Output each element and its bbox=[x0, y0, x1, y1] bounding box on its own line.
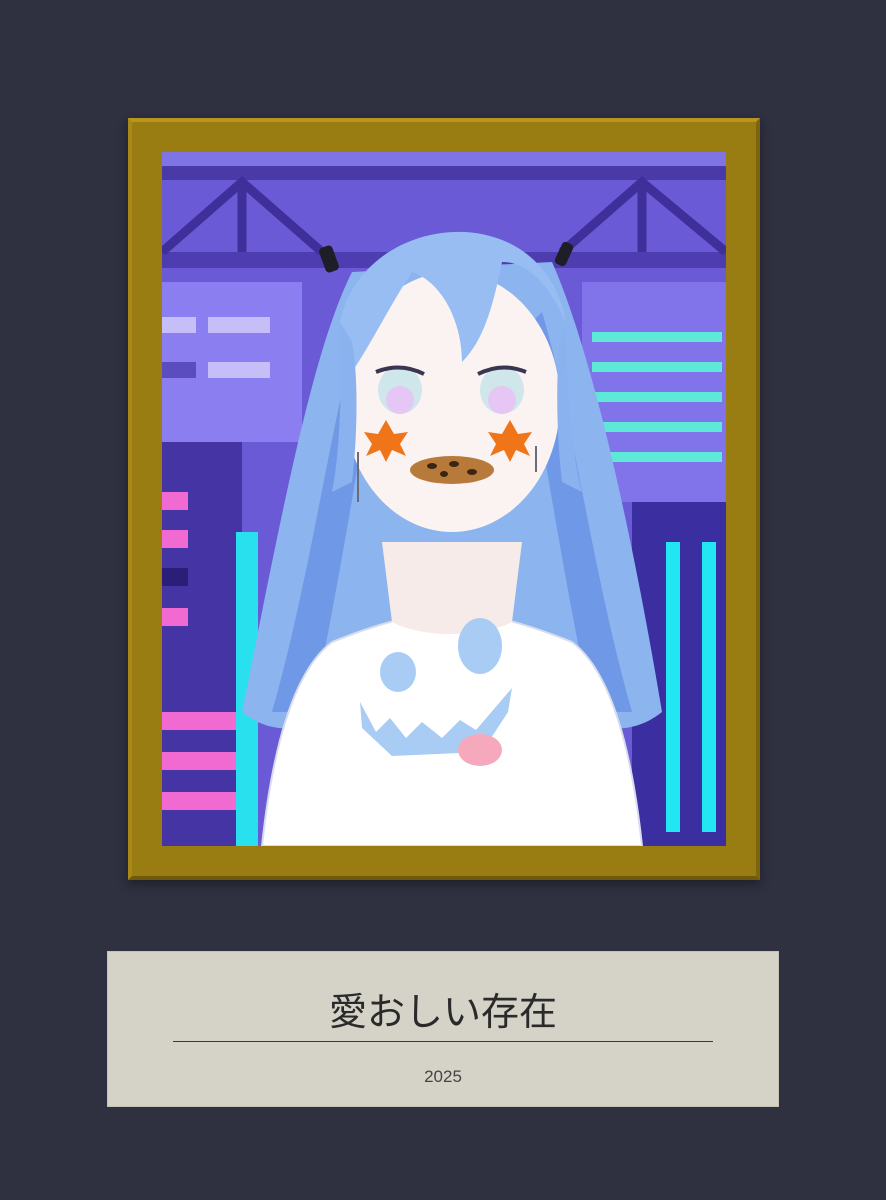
title-plaque: 愛おしい存在 2025 bbox=[107, 951, 779, 1107]
artwork-title: 愛おしい存在 bbox=[328, 990, 557, 1034]
artwork bbox=[162, 152, 726, 846]
picture-frame bbox=[128, 118, 760, 880]
artwork-illustration bbox=[162, 152, 726, 846]
divider bbox=[173, 1041, 713, 1042]
artwork-year: 2025 bbox=[424, 1067, 462, 1086]
